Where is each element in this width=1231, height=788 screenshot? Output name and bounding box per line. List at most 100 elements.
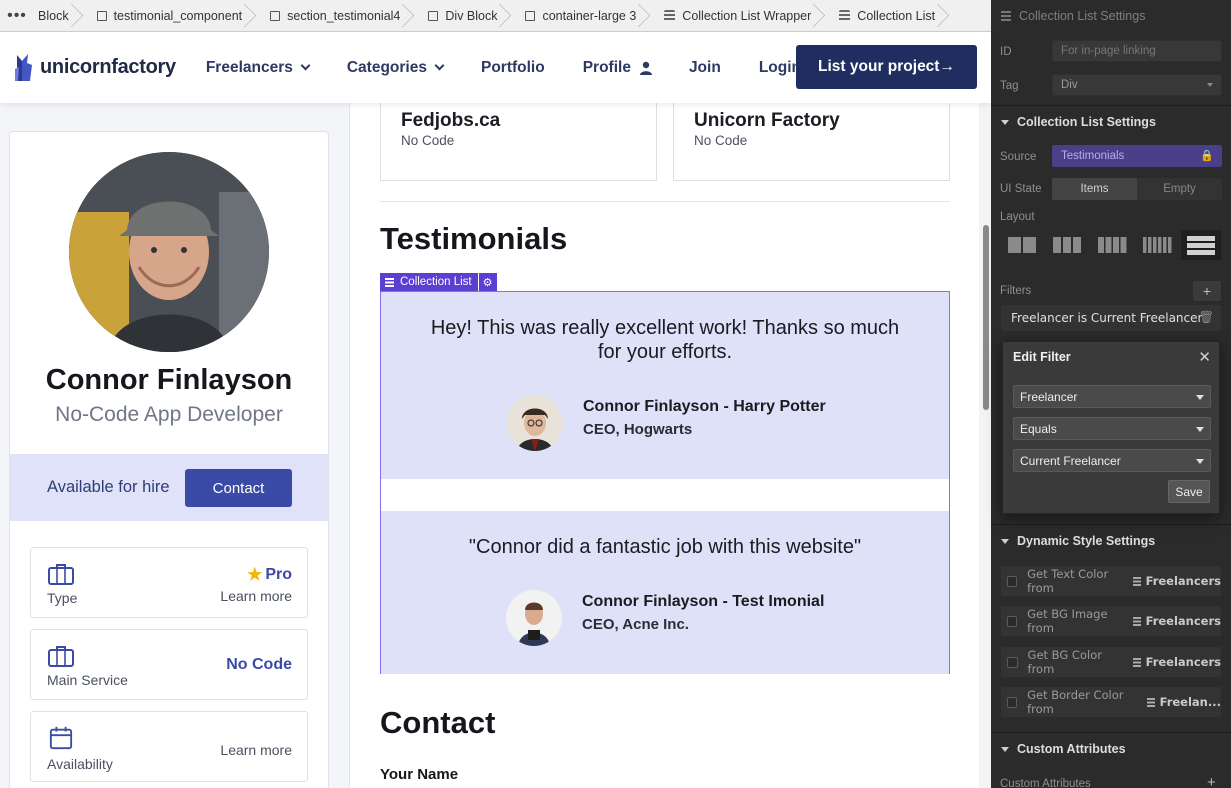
- type-label: Type: [47, 590, 78, 606]
- nav-label: Profile: [582, 58, 631, 76]
- portfolio-card[interactable]: Unicorn Factory No Code: [673, 103, 950, 181]
- breadcrumb-item[interactable]: Collection List Wrapper: [650, 0, 825, 31]
- nav-freelancers[interactable]: Freelancers: [206, 59, 311, 77]
- nav-login[interactable]: Login: [759, 59, 801, 77]
- layout-6col-icon[interactable]: [1137, 230, 1177, 260]
- row-label: Get Border Color from: [1027, 688, 1124, 716]
- nav-profile[interactable]: Profile: [583, 59, 653, 77]
- nav-portfolio[interactable]: Portfolio: [481, 59, 545, 77]
- collection-icon: [839, 10, 851, 21]
- source-select[interactable]: Testimonials 🔒: [1052, 145, 1222, 167]
- breadcrumb-item[interactable]: container-large 3: [511, 0, 650, 31]
- close-icon[interactable]: ✕: [1198, 348, 1211, 366]
- testimonial-name: Connor Finlayson - Harry Potter: [583, 398, 826, 415]
- add-filter-button[interactable]: +: [1193, 281, 1221, 301]
- tag-value: Div: [1061, 79, 1078, 91]
- id-input[interactable]: For in-page linking: [1052, 40, 1222, 62]
- dynamic-bg-image-row[interactable]: Get BG Image from Freelancers: [1001, 606, 1221, 636]
- availability-text: Available for hire: [47, 478, 170, 496]
- layout-label: Layout: [1000, 211, 1035, 223]
- canvas-scrollbar-thumb[interactable]: [983, 225, 989, 410]
- save-filter-button[interactable]: Save: [1168, 480, 1210, 503]
- main-service-card: Main Service No Code: [30, 629, 308, 700]
- collection-list-settings-header[interactable]: Collection List Settings: [991, 105, 1231, 138]
- box-icon: [428, 10, 439, 21]
- breadcrumb-label: Collection List: [857, 8, 936, 23]
- filter-operator-select[interactable]: Equals: [1013, 417, 1211, 440]
- list-project-button[interactable]: List your project→: [796, 45, 977, 89]
- checkbox[interactable]: [1007, 696, 1018, 708]
- trash-icon[interactable]: 🗑: [1199, 310, 1214, 324]
- testimonial-quote: Hey! This was really excellent work! Tha…: [430, 317, 900, 363]
- filter-pill[interactable]: Freelancer is Current Freelancer 🗑: [1001, 305, 1221, 331]
- logo[interactable]: unicornfactory: [14, 51, 176, 85]
- layout-rows-icon[interactable]: [1181, 230, 1221, 260]
- breadcrumb-item[interactable]: Collection List: [825, 0, 949, 31]
- dynamic-style-header[interactable]: Dynamic Style Settings: [991, 524, 1231, 557]
- collection-icon: [385, 277, 394, 287]
- breadcrumb-item[interactable]: testimonial_component: [83, 0, 257, 31]
- layout-4col-icon[interactable]: [1092, 230, 1132, 260]
- checkbox[interactable]: [1007, 656, 1018, 668]
- learn-more-link[interactable]: Learn more: [220, 588, 292, 604]
- nav-categories[interactable]: Categories: [347, 59, 445, 77]
- ui-state-items[interactable]: Items: [1052, 178, 1137, 200]
- avatar: [69, 152, 269, 352]
- breadcrumb-item[interactable]: section_testimonial4: [256, 0, 414, 31]
- nav-label: Join: [688, 58, 721, 76]
- custom-attributes-header[interactable]: Custom Attributes: [991, 732, 1231, 765]
- checkbox[interactable]: [1007, 575, 1018, 587]
- row-source: Freelancers: [1145, 574, 1221, 588]
- type-card: Type ★ Pro Learn more: [30, 547, 308, 618]
- canvas-scrollbar-track[interactable]: [979, 103, 991, 788]
- your-name-label: Your Name: [380, 766, 459, 783]
- nav-label: Login: [758, 58, 801, 76]
- select-value: Equals: [1020, 421, 1057, 436]
- source-label: Source: [1000, 151, 1037, 163]
- row-source: Freelan...: [1159, 695, 1221, 709]
- ui-state-label: UI State: [1000, 183, 1042, 195]
- person-icon: [639, 61, 652, 75]
- checkbox[interactable]: [1007, 615, 1018, 627]
- row-source: Freelancers: [1145, 655, 1221, 669]
- breadcrumb-label: testimonial_component: [113, 8, 243, 23]
- profile-role: No-Code App Developer: [55, 403, 283, 426]
- dynamic-text-color-row[interactable]: Get Text Color from Freelancers: [1001, 566, 1221, 596]
- filter-value-select[interactable]: Current Freelancer: [1013, 449, 1211, 472]
- type-value-text: Pro: [265, 566, 292, 583]
- row-source: Freelancers: [1145, 614, 1221, 628]
- add-attribute-icon[interactable]: +: [1207, 774, 1216, 788]
- breadcrumb-item[interactable]: Div Block: [414, 0, 511, 31]
- row-label: Get BG Image from: [1027, 607, 1108, 635]
- dynamic-bg-color-row[interactable]: Get BG Color from Freelancers: [1001, 647, 1221, 677]
- contact-button[interactable]: Contact: [185, 469, 292, 507]
- dynamic-border-color-row[interactable]: Get Border Color from Freelan...: [1001, 687, 1221, 717]
- portfolio-card[interactable]: Fedjobs.ca No Code: [380, 103, 657, 181]
- tag-select[interactable]: Div: [1052, 74, 1222, 96]
- panel-top-header[interactable]: Collection List Settings: [991, 0, 1231, 32]
- breadcrumb-item[interactable]: Block: [34, 0, 83, 31]
- collection-list-tag[interactable]: Collection List ⚙: [380, 273, 497, 291]
- nav-join[interactable]: Join: [689, 59, 721, 77]
- box-icon: [96, 10, 107, 21]
- chevron-down-icon: [1196, 459, 1204, 464]
- learn-more-link[interactable]: Learn more: [220, 742, 292, 758]
- layout-3col-icon[interactable]: [1047, 230, 1087, 260]
- main-service-label: Main Service: [47, 672, 128, 688]
- collection-icon: [1147, 697, 1155, 707]
- chevron-down-icon: [1196, 427, 1204, 432]
- profile-name: Connor Finlayson: [45, 364, 293, 396]
- gear-icon[interactable]: ⚙: [478, 273, 497, 291]
- calendar-icon: [49, 726, 73, 750]
- ui-state-empty[interactable]: Empty: [1137, 178, 1222, 200]
- collection-icon: [1133, 576, 1141, 586]
- collection-list[interactable]: Hey! This was really excellent work! Tha…: [380, 291, 950, 674]
- availability-band: Available for hire Contact: [10, 454, 328, 521]
- layout-2col-icon[interactable]: [1002, 230, 1042, 260]
- filter-field-select[interactable]: Freelancer: [1013, 385, 1211, 408]
- testimonial-photo: [506, 590, 562, 646]
- section-title: Collection List Settings: [1017, 115, 1156, 129]
- main-service-value: No Code: [226, 656, 292, 673]
- more-icon[interactable]: •••: [0, 7, 34, 25]
- collection-icon: [1001, 11, 1011, 21]
